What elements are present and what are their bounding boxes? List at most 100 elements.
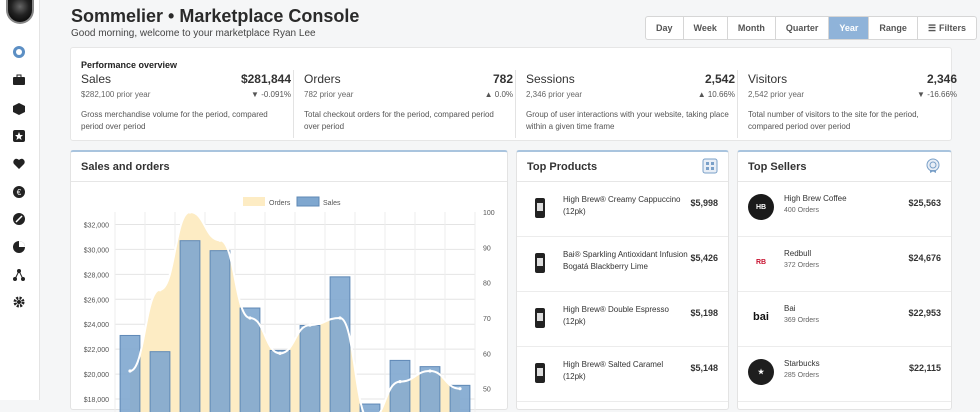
sales-orders-card: Sales and orders $32,000 $30,000 $28,000 $2… (70, 150, 508, 412)
metric-name: Visitors (748, 72, 788, 86)
product-row[interactable]: High Brew® Double Espresso (12pk) $5,198 (517, 292, 728, 347)
cube-icon[interactable] (11, 101, 27, 117)
product-name: Bai® Sparkling Antioxidant Infusion Boga… (563, 250, 688, 271)
y-right-tick: 80 (483, 281, 491, 288)
qr-box-icon[interactable] (702, 158, 718, 174)
seller-row[interactable]: bai Bai 369 Orders $22,953 (738, 292, 951, 347)
main-content: Sommelier • Marketplace Console Good mor… (40, 0, 980, 412)
sidebar: € (0, 0, 40, 400)
top-sellers-card: Top Sellers HB High Brew Coffee 400 Orders… (737, 150, 952, 410)
metric-delta-value: -16.66% (927, 90, 957, 99)
range-day-button[interactable]: Day (646, 17, 684, 39)
y-left-tick: $22,000 (84, 347, 109, 354)
performance-overview: Performance overview Sales $281,844 $282,1… (70, 47, 957, 141)
product-price: $5,998 (690, 198, 718, 208)
orders-point (218, 238, 222, 242)
product-row[interactable]: Bai® Sparkling Antioxidant Infusion Boga… (517, 237, 728, 292)
seller-amount: $25,563 (908, 198, 941, 208)
pie-icon[interactable] (11, 239, 27, 255)
seller-row[interactable]: HB High Brew Coffee 400 Orders $25,563 (738, 182, 951, 237)
orders-point (338, 316, 342, 320)
metric-visitors: Visitors 2,346 2,542 prior year ▼ -16.66% To… (737, 70, 957, 138)
seller-row[interactable]: RB Redbull 372 Orders $24,676 (738, 237, 951, 292)
euro-icon[interactable]: € (11, 184, 27, 200)
range-week-label: Week (693, 23, 717, 33)
bai-logo: bai (748, 304, 774, 330)
seller-orders: 372 Orders (784, 262, 820, 269)
orders-point (188, 210, 192, 214)
badge-icon[interactable] (925, 158, 941, 174)
range-year-button[interactable]: Year (829, 17, 870, 39)
range-quarter-label: Quarter (785, 23, 819, 33)
metric-value: 2,346 (926, 72, 957, 86)
metric-delta: ▼ -0.091% (251, 90, 291, 99)
y-left-tick: $30,000 (84, 247, 109, 254)
sliders-icon: ☰ (927, 22, 937, 33)
arrow-up-icon: ▲ (484, 90, 493, 99)
seller-orders: 400 Orders (784, 207, 820, 214)
product-image (527, 250, 553, 276)
metric-sessions: Sessions 2,542 2,346 prior year ▲ 10.66% Gro… (515, 70, 735, 138)
y-left-tick: $26,000 (84, 297, 109, 304)
metric-orders: Orders 782 782 prior year ▲ 0.0% Total check… (293, 70, 513, 138)
briefcase-icon[interactable] (11, 72, 27, 88)
heart-icon[interactable] (11, 156, 27, 172)
metric-description: Group of user interactions with your web… (526, 110, 729, 131)
legend-label-orders: Orders (269, 200, 291, 207)
star-box-icon[interactable] (11, 128, 27, 144)
y-left-tick: $32,000 (84, 222, 109, 229)
legend-swatch-orders (243, 197, 265, 206)
seller-name: Starbucks (784, 359, 820, 368)
arrow-down-icon: ▼ (251, 90, 259, 99)
orders-point (398, 380, 402, 384)
arrow-down-icon: ▼ (917, 90, 925, 99)
range-custom-button[interactable]: Range (869, 17, 918, 39)
product-row[interactable]: High Brew® Creamy Cappuccino (12pk) $5,99… (517, 182, 728, 237)
seller-name: Bai (784, 304, 796, 313)
greeting-text: Good morning, welcome to your marketplac… (71, 28, 316, 39)
card-title: Top Products (527, 161, 598, 173)
range-month-button[interactable]: Month (728, 17, 776, 39)
orders-point (428, 369, 432, 373)
svg-text:€: € (17, 188, 22, 197)
network-icon[interactable] (11, 267, 27, 283)
sales-bar (329, 276, 351, 412)
seller-amount: $22,115 (908, 363, 941, 373)
card-title: Top Sellers (748, 161, 807, 173)
app-logo[interactable] (6, 0, 34, 24)
orders-point (278, 351, 282, 355)
metric-prior: 782 prior year (304, 90, 354, 99)
range-quarter-button[interactable]: Quarter (776, 17, 830, 39)
range-month-label: Month (737, 23, 765, 33)
tag-icon[interactable] (11, 211, 27, 227)
y-right-tick: 70 (483, 316, 491, 323)
y-left-tick: $20,000 (84, 372, 109, 379)
metric-prior: $282,100 prior year (81, 90, 151, 99)
product-image (527, 305, 553, 331)
sales-bar (269, 349, 291, 412)
seller-row[interactable]: ★ Starbucks 285 Orders $22,115 (738, 347, 951, 402)
product-row[interactable]: High Brew® Salted Caramel (12pk) $5,148 (517, 347, 728, 402)
metric-delta: ▼ -16.66% (917, 90, 957, 99)
sales-bar (299, 324, 321, 412)
filters-button[interactable]: ☰ Filters (918, 17, 976, 39)
y-left-tick: $28,000 (84, 272, 109, 279)
compass-icon[interactable] (11, 44, 27, 60)
gear-icon[interactable] (11, 294, 27, 310)
high-brew-logo: HB (748, 194, 774, 220)
metric-value: 782 (492, 72, 513, 86)
range-week-button[interactable]: Week (684, 17, 728, 39)
range-year-label: Year (839, 23, 859, 33)
card-title: Sales and orders (81, 161, 170, 173)
sales-bar (239, 307, 261, 412)
seller-orders: 369 Orders (784, 317, 820, 324)
y-right-tick: 90 (483, 245, 491, 252)
seller-name: Redbull (784, 249, 812, 258)
seller-orders: 285 Orders (784, 372, 820, 379)
starbucks-logo: ★ (748, 359, 774, 385)
y-right-tick: 50 (483, 387, 491, 394)
y-left-tick: $24,000 (84, 322, 109, 329)
y-right-tick: 100 (483, 210, 495, 217)
date-range-selector: Day Week Month Quarter Year Range ☰ Filte… (645, 16, 978, 40)
product-price: $5,198 (690, 308, 718, 318)
